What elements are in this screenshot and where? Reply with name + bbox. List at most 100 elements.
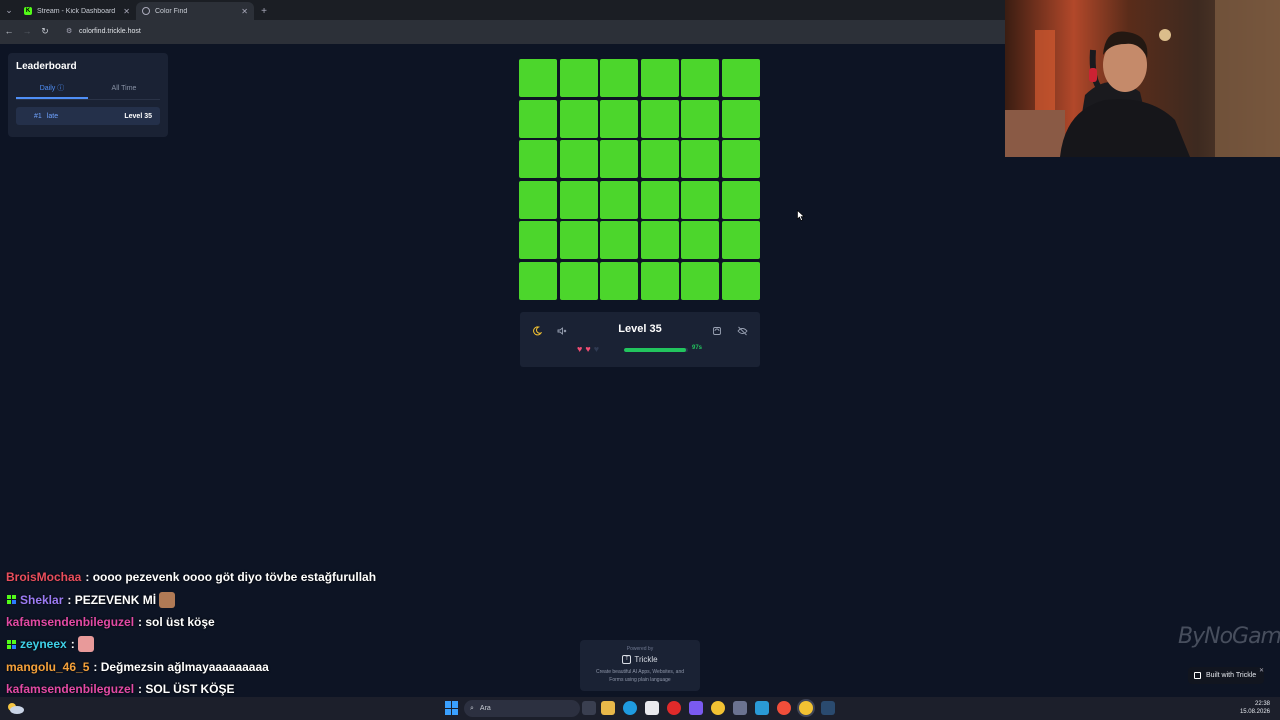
trickle-promo-card[interactable]: Powered by T Trickle Create beautiful AI… <box>580 640 700 691</box>
calculator-icon[interactable] <box>733 701 747 715</box>
obs-icon[interactable] <box>777 701 791 715</box>
powered-by-label: Powered by <box>626 646 654 652</box>
chat-username[interactable]: mangolu_46_5 <box>6 660 89 674</box>
color-cell[interactable] <box>600 221 639 260</box>
clock-date: 15.08.2026 <box>1239 709 1270 715</box>
system-clock[interactable]: 22:38 15.08.2026 <box>1240 700 1270 716</box>
color-cell[interactable] <box>519 261 557 300</box>
close-tab-icon[interactable]: ✕ <box>241 7 248 16</box>
built-with-trickle-button[interactable]: Built with Trickle <box>1188 667 1264 684</box>
leaderboard-rank: #1 <box>34 112 42 120</box>
close-icon[interactable]: ✕ <box>1259 667 1264 674</box>
color-cell[interactable] <box>640 221 679 260</box>
color-cell[interactable] <box>519 221 557 260</box>
file-explorer-icon[interactable] <box>601 701 615 715</box>
new-tab-button[interactable]: + <box>254 2 274 20</box>
steam-icon[interactable] <box>821 701 835 715</box>
color-cell[interactable] <box>559 221 598 260</box>
color-cell[interactable] <box>721 99 760 138</box>
chrome-active-icon[interactable] <box>799 701 813 715</box>
color-cell[interactable] <box>640 140 679 179</box>
timer-bar <box>624 348 688 352</box>
globe-icon <box>142 7 150 15</box>
pig-emote-icon <box>77 636 94 653</box>
color-cell[interactable] <box>721 180 760 219</box>
color-cell[interactable] <box>600 180 639 219</box>
reload-button[interactable]: ↻ <box>36 22 54 40</box>
chat-message: Sheklar: PEZEVENK Mİ <box>6 588 426 610</box>
color-cell[interactable] <box>559 180 598 219</box>
color-cell[interactable] <box>681 180 720 219</box>
built-with-label: Built with Trickle <box>1206 672 1257 679</box>
search-icon: ⌕ <box>470 704 474 712</box>
tab-color-find[interactable]: Color Find ✕ <box>136 2 254 20</box>
browser-tab-bar: ⌄ K Stream - Kick Dashboard ✕ Color Find… <box>0 0 1005 20</box>
color-cell[interactable] <box>721 59 760 97</box>
color-cell[interactable] <box>681 140 720 179</box>
start-menu-icon[interactable] <box>445 701 459 715</box>
tab-all-time[interactable]: All Time <box>88 82 160 99</box>
search-placeholder: Ara <box>479 705 491 712</box>
color-cell[interactable] <box>640 99 679 138</box>
color-cell[interactable] <box>681 221 720 260</box>
color-cell[interactable] <box>640 261 679 300</box>
discord-icon[interactable] <box>689 701 703 715</box>
leaderboard-title: Leaderboard <box>16 61 77 72</box>
chat-username[interactable]: kafamsendenbileguzel <box>6 682 134 696</box>
back-button[interactable]: ← <box>0 22 18 40</box>
watermark-text: ByNoGame <box>1178 624 1280 649</box>
color-cell[interactable] <box>559 99 598 138</box>
color-cell[interactable] <box>640 59 679 97</box>
chat-username[interactable]: Sheklar <box>20 593 63 607</box>
color-cell[interactable] <box>721 261 760 300</box>
chat-username[interactable]: kafamsendenbileguzel <box>6 615 134 629</box>
eye-off-icon[interactable] <box>735 324 749 338</box>
color-cell[interactable] <box>600 59 639 97</box>
url-field[interactable]: ⚙ colorfind.trickle.host <box>60 23 997 39</box>
task-view-icon[interactable] <box>582 701 596 715</box>
store-icon[interactable] <box>645 701 659 715</box>
media-player-icon[interactable] <box>667 701 681 715</box>
color-cell[interactable] <box>681 59 720 97</box>
color-cell[interactable] <box>519 59 557 97</box>
chat-username[interactable]: BroisMochaa <box>6 570 81 584</box>
heart-full-icon: ♥ <box>585 344 591 354</box>
color-cell[interactable] <box>721 221 760 260</box>
chat-username[interactable]: zeyneex <box>20 637 67 651</box>
color-cell[interactable] <box>681 99 720 138</box>
color-cell[interactable] <box>559 59 598 97</box>
streamer-camera-image <box>1005 0 1280 157</box>
color-cell[interactable] <box>600 140 639 179</box>
weather-widget-icon[interactable] <box>4 699 26 717</box>
moon-icon[interactable] <box>530 324 544 338</box>
url-text: colorfind.trickle.host <box>79 27 141 35</box>
color-cell[interactable] <box>519 99 557 138</box>
leaderboard-player: late <box>46 112 59 120</box>
taskbar-search[interactable]: ⌕ Ara <box>464 700 580 717</box>
tab-daily[interactable]: Daily ⓘ <box>16 82 88 99</box>
color-cell[interactable] <box>640 180 679 219</box>
color-cell[interactable] <box>681 261 720 300</box>
chat-message: kafamsendenbileguzel: sol üst köşe <box>6 611 426 633</box>
photos-icon[interactable] <box>755 701 769 715</box>
color-cell[interactable] <box>559 261 598 300</box>
edge-icon[interactable] <box>623 701 637 715</box>
tab-list-button[interactable]: ⌄ <box>0 0 18 20</box>
color-cell[interactable] <box>721 140 760 179</box>
webcam-overlay <box>1005 0 1280 157</box>
chrome-divider <box>0 42 1005 44</box>
color-cell[interactable] <box>600 261 639 300</box>
tab-kick-dashboard[interactable]: K Stream - Kick Dashboard ✕ <box>18 2 136 20</box>
color-cell[interactable] <box>519 180 557 219</box>
site-info-icon[interactable]: ⚙ <box>66 27 74 35</box>
color-cell[interactable] <box>519 140 557 179</box>
close-tab-icon[interactable]: ✕ <box>123 7 130 16</box>
color-cell[interactable] <box>559 140 598 179</box>
restart-icon[interactable] <box>710 324 724 338</box>
forward-button[interactable]: → <box>18 22 36 40</box>
mouse-cursor-icon <box>797 210 805 221</box>
color-cell[interactable] <box>600 99 639 138</box>
leaderboard-row: #1 late Level 35 <box>16 107 160 125</box>
chrome-icon[interactable] <box>711 701 725 715</box>
mute-icon[interactable] <box>555 324 569 338</box>
